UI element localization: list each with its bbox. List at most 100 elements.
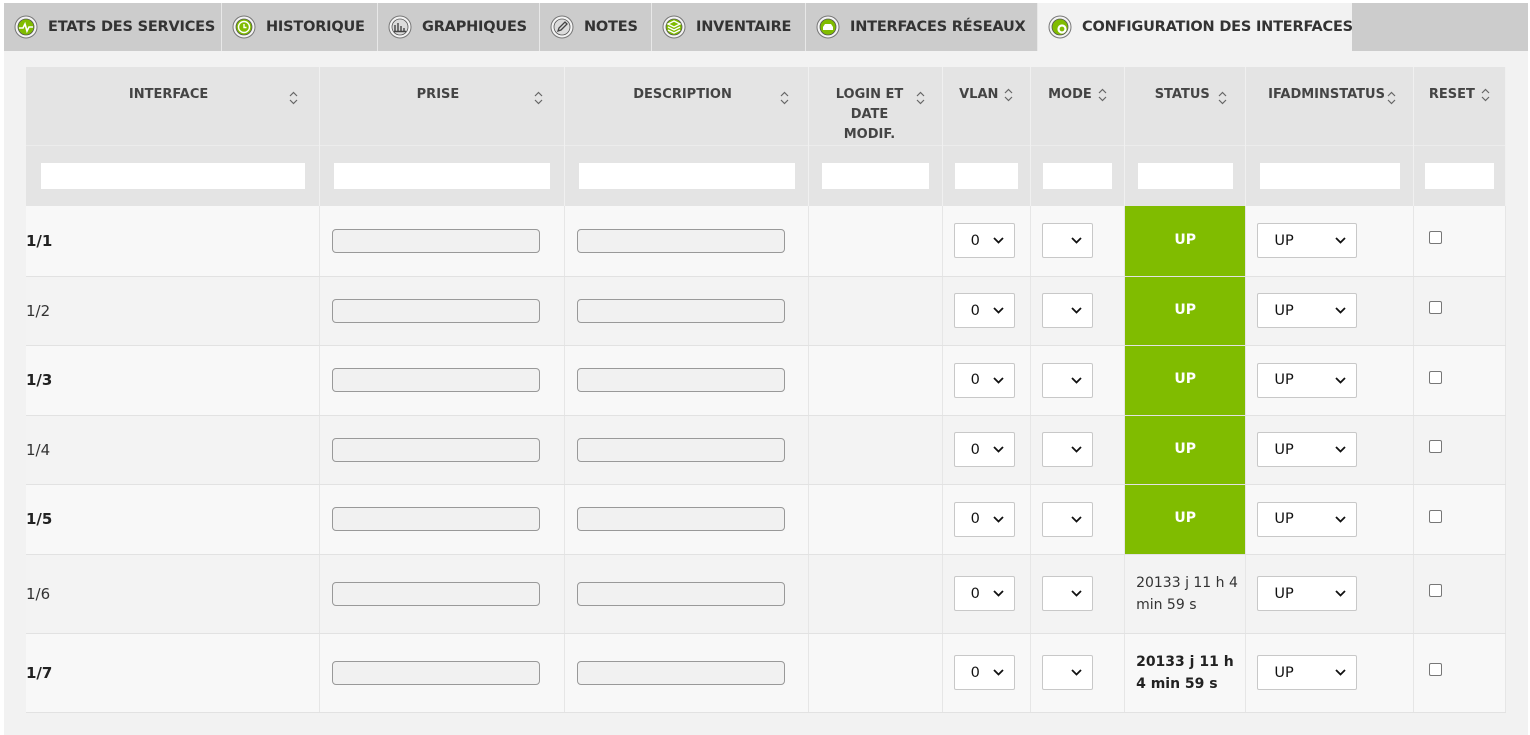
- tab-inventaire[interactable]: INVENTAIRE: [652, 3, 806, 51]
- interfaces-config-panel: INTERFACE PRISE DESCRIPTION LOGIN ET DATE MOD…: [4, 51, 1528, 735]
- ifadminstatus-select[interactable]: UP: [1257, 293, 1358, 328]
- sort-arrows-icon[interactable]: [916, 91, 925, 105]
- column-header-label: LOGIN ET DATE MODIF.: [836, 85, 904, 145]
- prise-input[interactable]: [332, 298, 541, 323]
- column-header-description[interactable]: DESCRIPTION: [564, 67, 810, 146]
- filter-input-status[interactable]: [1137, 163, 1233, 189]
- sort-arrows-icon[interactable]: [534, 91, 543, 105]
- tab-interfaces-r-seaux[interactable]: INTERFACES RÉSEAUX: [806, 3, 1038, 51]
- column-header-label: DESCRIPTION: [633, 87, 732, 102]
- ifadminstatus-cell: UP: [1245, 633, 1414, 713]
- interface-cell: 1/4: [26, 415, 321, 485]
- ifadminstatus-select[interactable]: UP: [1257, 655, 1358, 690]
- interface-cell: 1/7: [26, 633, 321, 713]
- description-input[interactable]: [576, 228, 785, 253]
- description-input[interactable]: [576, 581, 785, 606]
- filter-input-prise[interactable]: [333, 163, 550, 189]
- column-header-ifadminstatus[interactable]: IFADMINSTATUS: [1245, 67, 1414, 146]
- prise-input[interactable]: [332, 507, 541, 531]
- prise-input[interactable]: [332, 660, 541, 685]
- ifadminstatus-select[interactable]: UP: [1257, 223, 1358, 259]
- column-header-reset[interactable]: RESET: [1413, 67, 1507, 146]
- ifadminstatus-select[interactable]: UP: [1257, 501, 1358, 537]
- tab-historique[interactable]: HISTORIQUE: [222, 3, 378, 51]
- sort-arrows-icon[interactable]: [1218, 91, 1227, 105]
- mode-select[interactable]: [1041, 293, 1093, 328]
- description-input[interactable]: [576, 298, 785, 323]
- description-input[interactable]: [576, 660, 785, 685]
- filter-input-interface[interactable]: [40, 163, 305, 189]
- filter-cell: [319, 145, 565, 206]
- mode-select[interactable]: [1041, 432, 1093, 467]
- tab-graphiques[interactable]: GRAPHIQUES: [378, 3, 540, 51]
- tab-notes[interactable]: NOTES: [540, 3, 652, 51]
- filter-input-description[interactable]: [578, 163, 795, 189]
- sort-arrows-icon[interactable]: [1387, 91, 1396, 105]
- mode-select[interactable]: [1041, 362, 1093, 398]
- filter-input-reset[interactable]: [1424, 163, 1494, 189]
- header-row: INTERFACE PRISE DESCRIPTION LOGIN ET DATE MOD…: [26, 67, 1507, 146]
- column-header-status[interactable]: STATUS: [1124, 67, 1247, 146]
- reset-cell: [1413, 554, 1507, 634]
- reset-checkbox[interactable]: [1428, 584, 1442, 597]
- reset-checkbox[interactable]: [1428, 663, 1442, 676]
- vlan-select[interactable]: 0: [953, 576, 1015, 611]
- chevron-down-icon: [1335, 669, 1346, 676]
- mode-select[interactable]: [1041, 223, 1093, 259]
- tab-label: GRAPHIQUES: [422, 19, 527, 35]
- ifadminstatus-select[interactable]: UP: [1257, 576, 1358, 611]
- filter-input-mode[interactable]: [1042, 163, 1112, 189]
- reset-checkbox[interactable]: [1428, 231, 1442, 245]
- sort-arrows-icon[interactable]: [1004, 88, 1013, 102]
- reset-checkbox[interactable]: [1428, 509, 1442, 523]
- ifadminstatus-select[interactable]: UP: [1257, 362, 1358, 398]
- filter-input-ifadminstatus[interactable]: [1259, 163, 1400, 189]
- vlan-value: 0: [970, 372, 980, 388]
- prise-input[interactable]: [332, 437, 541, 462]
- mode-select[interactable]: [1041, 655, 1093, 690]
- mode-select[interactable]: [1041, 576, 1093, 611]
- reset-checkbox[interactable]: [1428, 440, 1442, 453]
- mode-select[interactable]: [1041, 501, 1093, 537]
- vlan-select[interactable]: 0: [953, 655, 1015, 690]
- description-input[interactable]: [576, 437, 785, 462]
- description-input[interactable]: [576, 507, 785, 531]
- ifadminstatus-value: UP: [1274, 664, 1294, 681]
- tab-configuration-des-interfaces[interactable]: CONFIGURATION DES INTERFACES: [1038, 3, 1353, 51]
- mode-cell: [1030, 633, 1126, 713]
- reset-checkbox[interactable]: [1428, 370, 1442, 384]
- filter-cell: [1413, 145, 1507, 206]
- column-header-vlan[interactable]: VLAN: [942, 67, 1031, 146]
- ifadminstatus-select[interactable]: UP: [1257, 432, 1358, 467]
- column-header-prise[interactable]: PRISE: [319, 67, 565, 146]
- reset-checkbox[interactable]: [1428, 301, 1442, 314]
- prise-input[interactable]: [332, 228, 541, 253]
- status-cell: UP: [1124, 206, 1247, 277]
- login-date-cell: [808, 633, 943, 713]
- description-input[interactable]: [576, 368, 785, 392]
- vlan-select[interactable]: 0: [953, 501, 1015, 537]
- sort-arrows-icon[interactable]: [1481, 88, 1490, 102]
- column-header-mode[interactable]: MODE: [1030, 67, 1126, 146]
- vlan-select[interactable]: 0: [953, 432, 1015, 467]
- tab-label: INVENTAIRE: [696, 19, 792, 35]
- sort-arrows-icon[interactable]: [1098, 88, 1107, 102]
- vlan-select[interactable]: 0: [953, 223, 1015, 259]
- ifadminstatus-value: UP: [1274, 302, 1294, 319]
- interface-cell: 1/1: [26, 206, 321, 277]
- mode-cell: [1030, 415, 1126, 485]
- column-header-login[interactable]: LOGIN ET DATE MODIF.: [808, 67, 943, 146]
- filter-input-login[interactable]: [822, 163, 929, 189]
- vlan-value: 0: [970, 511, 980, 527]
- vlan-select[interactable]: 0: [953, 293, 1015, 328]
- vlan-select[interactable]: 0: [953, 362, 1015, 398]
- prise-input[interactable]: [332, 368, 541, 392]
- prise-input[interactable]: [332, 581, 541, 606]
- filter-input-vlan[interactable]: [954, 163, 1018, 189]
- column-header-interface[interactable]: INTERFACE: [26, 67, 321, 146]
- sort-arrows-icon[interactable]: [780, 91, 789, 105]
- sort-arrows-icon[interactable]: [289, 91, 298, 105]
- tab-etats-des-services[interactable]: ETATS DES SERVICES: [4, 3, 222, 51]
- column-header-label: PRISE: [416, 87, 460, 102]
- chevron-down-icon: [993, 515, 1004, 523]
